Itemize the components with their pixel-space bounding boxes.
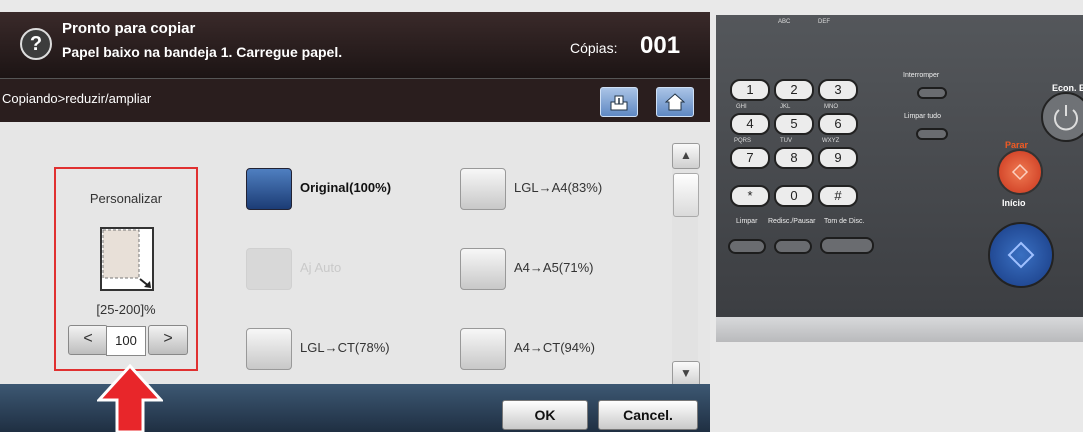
ok-button[interactable]: OK: [502, 400, 588, 430]
breadcrumb: Copiando>reduzir/ampliar: [2, 91, 152, 106]
stop-button[interactable]: [997, 149, 1043, 195]
clear-label: Limpar: [736, 218, 758, 225]
key-0[interactable]: 0: [774, 185, 814, 207]
key-star[interactable]: *: [730, 185, 770, 207]
key-1[interactable]: 1: [730, 79, 770, 101]
clear-all-button[interactable]: [916, 128, 948, 140]
option-lgl-a4-toggle[interactable]: [460, 168, 506, 210]
redial-label: Redisc./Pausar: [768, 218, 816, 225]
key-hash[interactable]: #: [818, 185, 858, 207]
breadcrumb-bar: Copiando>reduzir/ampliar: [0, 78, 710, 123]
key-4[interactable]: 4: [730, 113, 770, 135]
panel-lower-edge: [716, 317, 1083, 342]
zoom-range-label: [25-200]%: [96, 302, 156, 317]
key-5-label: 5: [790, 116, 798, 131]
job-status-button[interactable]: [600, 87, 638, 117]
option-auto-fit-label: Aj Auto: [300, 260, 342, 275]
red-up-arrow-annotation: [97, 364, 163, 432]
custom-label: Personalizar: [89, 191, 163, 206]
key-5[interactable]: 5: [774, 113, 814, 135]
help-icon[interactable]: ?: [20, 28, 52, 60]
key-star-label: *: [747, 188, 753, 203]
letters-tuv: TUV: [780, 138, 792, 144]
key-4-label: 4: [746, 116, 754, 131]
letters-mno: MNO: [824, 104, 838, 110]
tray-icon: [610, 95, 628, 111]
option-a4-ct-toggle[interactable]: [460, 328, 506, 370]
key-hash-label: #: [834, 188, 842, 203]
key-9-label: 9: [834, 150, 842, 165]
start-label: Início: [1002, 198, 1026, 208]
option-a4-a5-label: A4→A5(71%): [514, 260, 594, 275]
key-2[interactable]: 2: [774, 79, 814, 101]
copies-label: Cópias:: [570, 40, 618, 56]
status-header: ? Pronto para copiar Papel baixo na band…: [0, 12, 710, 78]
stop-icon: [1011, 163, 1029, 181]
zoom-increase-button[interactable]: >: [148, 325, 188, 355]
key-7[interactable]: 7: [730, 147, 770, 169]
key-7-label: 7: [746, 150, 754, 165]
control-panel-photo: ABC DEF 1 2 3 GHI JKL MNO 4 5 6 PQRS TUV…: [716, 15, 1083, 342]
interrupt-label: Interromper: [903, 72, 940, 79]
clear-all-label: Limpar tudo: [904, 113, 941, 120]
option-a4-ct-label: A4→CT(94%): [514, 340, 595, 355]
copies-count[interactable]: 001: [640, 32, 680, 60]
power-icon: [1054, 105, 1078, 131]
option-lgl-ct-label: LGL→CT(78%): [300, 340, 390, 355]
dial-tone-button[interactable]: [820, 237, 874, 254]
letters-def: DEF: [818, 19, 830, 25]
custom-zoom-highlight: Personalizar [25-200]% < 100 >: [54, 167, 198, 371]
key-8[interactable]: 8: [774, 147, 814, 169]
letters-wxyz: WXYZ: [822, 138, 840, 144]
dial-tone-label: Tom de Disc.: [824, 218, 865, 225]
option-original-toggle[interactable]: [246, 168, 292, 210]
cancel-button[interactable]: Cancel.: [598, 400, 698, 430]
status-title: Pronto para copiar: [62, 20, 196, 37]
key-6-label: 6: [834, 116, 842, 131]
letters-pqrs: PQRS: [734, 138, 752, 144]
interrupt-button[interactable]: [917, 87, 947, 99]
key-3-label: 3: [834, 82, 842, 97]
status-message: Papel baixo na bandeja 1. Carregue papel…: [62, 44, 343, 60]
scrollbar[interactable]: ▲ ▼: [672, 143, 700, 387]
home-icon: [665, 93, 685, 111]
key-8-label: 8: [790, 150, 798, 165]
option-lgl-a4-label: LGL→A4(83%): [514, 180, 603, 195]
redial-button[interactable]: [774, 239, 812, 254]
power-save-button[interactable]: [1041, 92, 1083, 142]
letters-jkl: JKL: [780, 104, 791, 110]
option-lgl-ct-toggle[interactable]: [246, 328, 292, 370]
option-auto-fit-toggle: [246, 248, 292, 290]
zoom-decrease-button[interactable]: <: [68, 325, 108, 355]
clear-button[interactable]: [728, 239, 766, 254]
custom-paper-icon: [100, 227, 154, 291]
key-3[interactable]: 3: [818, 79, 858, 101]
reduce-enlarge-panel: Personalizar [25-200]% < 100 > Original(…: [0, 122, 710, 387]
key-2-label: 2: [790, 82, 798, 97]
key-1-label: 1: [746, 82, 754, 97]
home-button[interactable]: [656, 87, 694, 117]
start-button[interactable]: [988, 222, 1054, 288]
scroll-up-button[interactable]: ▲: [672, 143, 700, 169]
letters-ghi: GHI: [736, 104, 747, 110]
key-6[interactable]: 6: [818, 113, 858, 135]
scroll-thumb[interactable]: [673, 173, 699, 217]
option-original-label: Original(100%): [300, 180, 392, 195]
letters-abc: ABC: [778, 19, 791, 25]
zoom-value-field[interactable]: 100: [106, 326, 146, 356]
option-a4-a5-toggle[interactable]: [460, 248, 506, 290]
start-icon: [1007, 241, 1035, 269]
key-0-label: 0: [790, 188, 798, 203]
key-9[interactable]: 9: [818, 147, 858, 169]
